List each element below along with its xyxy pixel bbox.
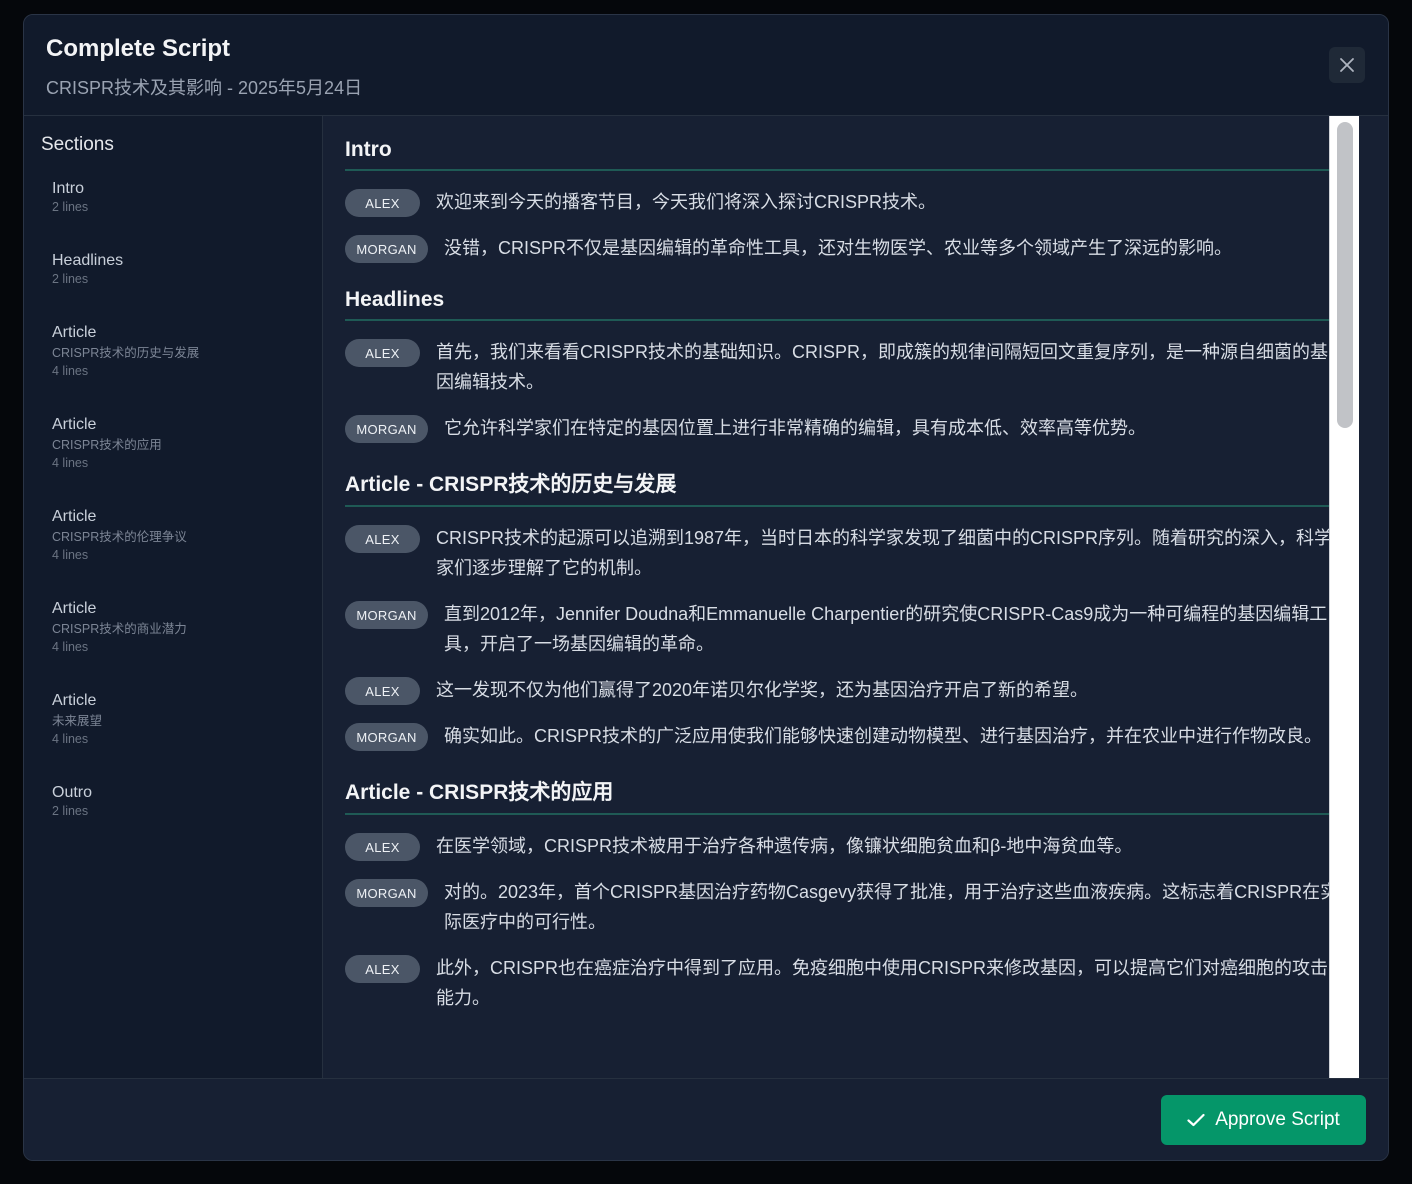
speaker-badge: MORGAN [345, 415, 428, 443]
speaker-badge: ALEX [345, 677, 420, 705]
sidebar-item-count: 2 lines [52, 200, 89, 214]
sidebar-item-name: Article [52, 692, 97, 709]
scroll-thumb[interactable] [1337, 122, 1353, 428]
modal-footer: Approve Script [24, 1078, 1388, 1160]
modal-header: Complete Script CRISPR技术及其影响 - 2025年5月24… [24, 15, 1388, 116]
speaker-badge: ALEX [345, 339, 420, 367]
speaker-badge: MORGAN [345, 879, 428, 907]
approve-script-button[interactable]: Approve Script [1161, 1095, 1366, 1145]
sidebar-item-count: 2 lines [52, 804, 89, 818]
line-text: 确实如此。CRISPR技术的广泛应用使我们能够快速创建动物模型、进行基因治疗，并… [444, 726, 1323, 746]
line-text: 直到2012年，Jennifer Doudna和Emmanuelle Charp… [444, 604, 1328, 654]
script-line: ALEX 这一发现不仅为他们赢得了2020年诺贝尔化学奖，还为基因治疗开启了新的希… [345, 675, 1339, 705]
check-icon [1187, 1113, 1205, 1127]
speaker-badge: MORGAN [345, 723, 428, 751]
sidebar-item-article[interactable]: Article CRISPR技术的应用 4 lines [42, 410, 312, 476]
sidebar-item-name: Article [52, 508, 97, 525]
sidebar-item-name: Intro [52, 180, 85, 197]
sidebar-item-desc: 未来展望 [52, 714, 103, 728]
speaker-badge: ALEX [345, 189, 420, 217]
script-section: Article - CRISPR技术的历史与发展 ALEX CRISPR技术的起源可… [345, 468, 1339, 751]
sidebar-item-desc: CRISPR技术的历史与发展 [52, 346, 200, 360]
sidebar-item-count: 4 lines [52, 640, 89, 654]
line-text: CRISPR技术的起源可以追溯到1987年，当时日本的科学家发现了细菌中的CRI… [436, 528, 1333, 578]
sidebar-item-headlines[interactable]: Headlines 2 lines [42, 246, 312, 292]
sidebar-item-name: Article [52, 416, 97, 433]
sections-list: Intro 2 lines Headlines 2 lines Article CRISP… [42, 174, 312, 850]
line-text: 这一发现不仅为他们赢得了2020年诺贝尔化学奖，还为基因治疗开启了新的希望。 [436, 680, 1089, 700]
sidebar-item-article[interactable]: Article CRISPR技术的历史与发展 4 lines [42, 318, 312, 384]
sidebar-item-desc: CRISPR技术的伦理争议 [52, 530, 187, 544]
sidebar-item-count: 2 lines [52, 272, 89, 286]
script-section: Headlines ALEX 首先，我们来看看CRISPR技术的基础知识。CRISP… [345, 288, 1339, 443]
script-sections: Intro ALEX 欢迎来到今天的播客节目，今天我们将深入探讨CRISPR技术。 M… [345, 138, 1339, 1038]
sidebar-item-name: Article [52, 600, 97, 617]
script-section: Intro ALEX 欢迎来到今天的播客节目，今天我们将深入探讨CRISPR技术。 M… [345, 138, 1339, 263]
script-line: ALEX 欢迎来到今天的播客节目，今天我们将深入探讨CRISPR技术。 [345, 187, 1339, 217]
sidebar-item-name: Article [52, 324, 97, 341]
sidebar-item-intro[interactable]: Intro 2 lines [42, 174, 312, 220]
sidebar-item-count: 4 lines [52, 364, 89, 378]
sections-sidebar: Sections Intro 2 lines Headlines 2 lines Art… [24, 116, 323, 1078]
sidebar-item-desc: CRISPR技术的应用 [52, 438, 162, 452]
sidebar-heading: Sections [41, 134, 114, 155]
sidebar-item-count: 4 lines [52, 456, 89, 470]
script-modal: Complete Script CRISPR技术及其影响 - 2025年5月24… [23, 14, 1389, 1161]
close-button[interactable] [1329, 47, 1365, 83]
speaker-badge: ALEX [345, 955, 420, 983]
section-title: Article - CRISPR技术的应用 [345, 776, 1339, 815]
script-section: Article - CRISPR技术的应用 ALEX 在医学领域，CRISPR技术被… [345, 776, 1339, 1013]
line-text: 对的。2023年，首个CRISPR基因治疗药物Casgevy获得了批准，用于治疗… [444, 882, 1339, 932]
content-scrollbar[interactable] [1329, 116, 1359, 1078]
sidebar-item-outro[interactable]: Outro 2 lines [42, 778, 312, 824]
script-line: ALEX 此外，CRISPR也在癌症治疗中得到了应用。免疫细胞中使用CRISPR来… [345, 953, 1339, 1013]
script-line: MORGAN 它允许科学家们在特定的基因位置上进行非常精确的编辑，具有成本低、效率… [345, 413, 1339, 443]
speaker-badge: ALEX [345, 525, 420, 553]
line-text: 欢迎来到今天的播客节目，今天我们将深入探讨CRISPR技术。 [436, 192, 937, 212]
script-line: MORGAN 没错，CRISPR不仅是基因编辑的革命性工具，还对生物医学、农业等多… [345, 233, 1339, 263]
script-line: ALEX 在医学领域，CRISPR技术被用于治疗各种遗传病，像镰状细胞贫血和β-地… [345, 831, 1339, 861]
script-content[interactable]: Intro ALEX 欢迎来到今天的播客节目，今天我们将深入探讨CRISPR技术。 M… [323, 116, 1359, 1078]
sidebar-item-article[interactable]: Article CRISPR技术的伦理争议 4 lines [42, 502, 312, 568]
script-line: MORGAN 对的。2023年，首个CRISPR基因治疗药物Casgevy获得了批… [345, 877, 1339, 937]
script-line: MORGAN 直到2012年，Jennifer Doudna和Emmanuelle… [345, 599, 1339, 659]
section-title: Intro [345, 138, 1339, 171]
sidebar-item-name: Headlines [52, 252, 124, 269]
speaker-badge: MORGAN [345, 601, 428, 629]
script-line: ALEX 首先，我们来看看CRISPR技术的基础知识。CRISPR，即成簇的规律间… [345, 337, 1339, 397]
script-line: ALEX CRISPR技术的起源可以追溯到1987年，当时日本的科学家发现了细菌中… [345, 523, 1339, 583]
script-line: MORGAN 确实如此。CRISPR技术的广泛应用使我们能够快速创建动物模型、进行… [345, 721, 1339, 751]
sidebar-item-name: Outro [52, 784, 93, 801]
modal-subtitle: CRISPR技术及其影响 - 2025年5月24日 [46, 78, 363, 98]
sidebar-item-desc: CRISPR技术的商业潜力 [52, 622, 187, 636]
section-title: Headlines [345, 288, 1339, 321]
modal-body: Sections Intro 2 lines Headlines 2 lines Art… [24, 116, 1388, 1078]
sidebar-item-count: 4 lines [52, 732, 89, 746]
line-text: 没错，CRISPR不仅是基因编辑的革命性工具，还对生物医学、农业等多个领域产生了… [444, 238, 1233, 258]
sidebar-item-article[interactable]: Article 未来展望 4 lines [42, 686, 312, 752]
sidebar-item-article[interactable]: Article CRISPR技术的商业潜力 4 lines [42, 594, 312, 660]
modal-title: Complete Script [46, 35, 231, 62]
speaker-badge: MORGAN [345, 235, 428, 263]
section-title: Article - CRISPR技术的历史与发展 [345, 468, 1339, 507]
sidebar-item-count: 4 lines [52, 548, 89, 562]
approve-script-label: Approve Script [1215, 1109, 1340, 1130]
line-text: 首先，我们来看看CRISPR技术的基础知识。CRISPR，即成簇的规律间隔短回文… [436, 342, 1329, 392]
line-text: 它允许科学家们在特定的基因位置上进行非常精确的编辑，具有成本低、效率高等优势。 [444, 418, 1146, 438]
close-icon [1340, 58, 1354, 72]
line-text: 在医学领域，CRISPR技术被用于治疗各种遗传病，像镰状细胞贫血和β-地中海贫血… [436, 836, 1133, 856]
speaker-badge: ALEX [345, 833, 420, 861]
line-text: 此外，CRISPR也在癌症治疗中得到了应用。免疫细胞中使用CRISPR来修改基因… [436, 958, 1329, 1008]
